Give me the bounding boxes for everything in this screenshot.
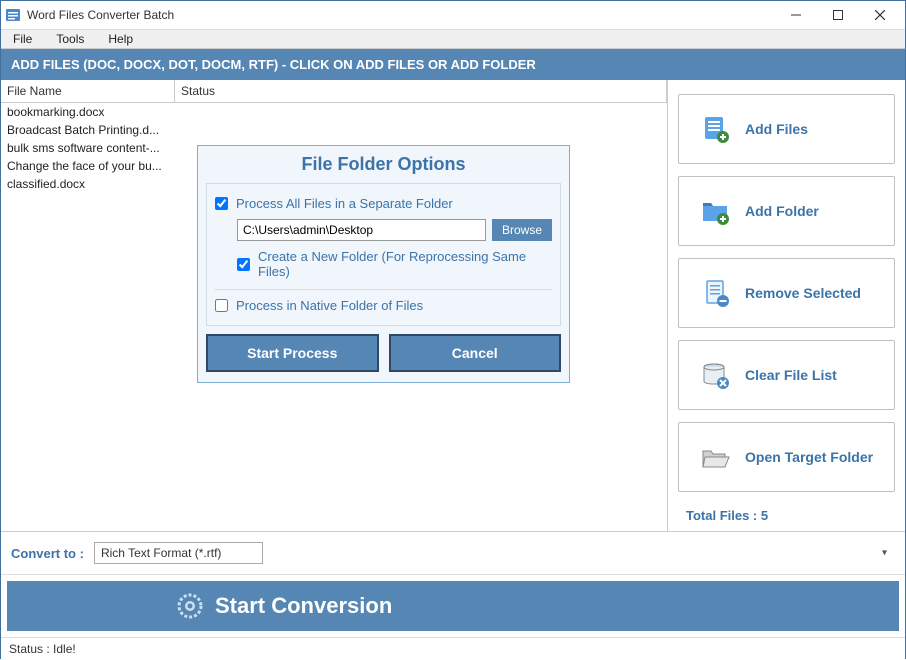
menubar: File Tools Help xyxy=(1,30,905,49)
open-target-button[interactable]: Open Target Folder xyxy=(678,422,895,492)
close-button[interactable] xyxy=(859,1,901,29)
status-bar: Status : Idle! xyxy=(1,637,905,660)
process-native-checkbox-row[interactable]: Process in Native Folder of Files xyxy=(215,289,552,317)
instruction-header: ADD FILES (DOC, DOCX, DOT, DOCM, RTF) - … xyxy=(1,49,905,80)
clear-list-label: Clear File List xyxy=(745,367,837,383)
remove-selected-label: Remove Selected xyxy=(745,285,861,301)
add-folder-icon xyxy=(699,195,731,227)
process-native-checkbox[interactable] xyxy=(215,299,228,312)
app-window: Word Files Converter Batch File Tools He… xyxy=(0,0,906,659)
process-all-checkbox[interactable] xyxy=(215,197,228,210)
remove-selected-button[interactable]: Remove Selected xyxy=(678,258,895,328)
create-new-checkbox-row[interactable]: Create a New Folder (For Reprocessing Sa… xyxy=(215,245,552,283)
start-conversion-button[interactable]: Start Conversion xyxy=(7,581,899,631)
col-status[interactable]: Status xyxy=(175,80,667,102)
start-conversion-label: Start Conversion xyxy=(215,593,392,619)
window-controls xyxy=(775,1,901,29)
list-item[interactable]: bulk sms software content-... xyxy=(1,139,175,157)
dialog-title: File Folder Options xyxy=(198,146,569,183)
path-row: Browse xyxy=(215,215,552,245)
process-native-label: Process in Native Folder of Files xyxy=(236,298,423,313)
main-content: File Name Status bookmarking.docx Broadc… xyxy=(1,80,905,532)
window-title: Word Files Converter Batch xyxy=(27,8,775,22)
menu-file[interactable]: File xyxy=(9,30,36,48)
app-icon xyxy=(5,7,21,23)
menu-tools[interactable]: Tools xyxy=(52,30,88,48)
list-item[interactable]: bookmarking.docx xyxy=(1,103,175,121)
convert-to-label: Convert to : xyxy=(11,546,84,561)
total-files-label: Total Files : 5 xyxy=(672,498,901,523)
list-item[interactable]: Change the face of your bu... xyxy=(1,157,175,175)
add-files-icon xyxy=(699,113,731,145)
process-all-label: Process All Files in a Separate Folder xyxy=(236,196,453,211)
file-folder-options-dialog: File Folder Options Process All Files in… xyxy=(197,145,570,383)
cancel-button[interactable]: Cancel xyxy=(389,334,562,372)
dialog-buttons: Start Process Cancel xyxy=(198,334,569,382)
format-select[interactable] xyxy=(94,542,263,564)
process-all-checkbox-row[interactable]: Process All Files in a Separate Folder xyxy=(215,192,552,215)
convert-bar: Convert to : ▾ xyxy=(1,532,905,575)
open-target-label: Open Target Folder xyxy=(745,449,873,465)
format-select-wrap: ▾ xyxy=(94,542,895,564)
add-files-button[interactable]: Add Files xyxy=(678,94,895,164)
minimize-button[interactable] xyxy=(775,1,817,29)
remove-icon xyxy=(699,277,731,309)
maximize-button[interactable] xyxy=(817,1,859,29)
menu-help[interactable]: Help xyxy=(104,30,137,48)
dialog-body: Process All Files in a Separate Folder B… xyxy=(206,183,561,326)
create-new-checkbox[interactable] xyxy=(237,258,250,271)
add-folder-label: Add Folder xyxy=(745,203,819,219)
open-folder-icon xyxy=(699,441,731,473)
list-item[interactable]: Broadcast Batch Printing.d... xyxy=(1,121,175,139)
file-list-header: File Name Status xyxy=(1,80,667,103)
clear-list-button[interactable]: Clear File List xyxy=(678,340,895,410)
col-file-name[interactable]: File Name xyxy=(1,80,175,102)
clear-icon xyxy=(699,359,731,391)
add-files-label: Add Files xyxy=(745,121,808,137)
start-process-button[interactable]: Start Process xyxy=(206,334,379,372)
file-list-panel: File Name Status bookmarking.docx Broadc… xyxy=(1,80,668,531)
path-input[interactable] xyxy=(237,219,486,241)
browse-button[interactable]: Browse xyxy=(492,219,552,241)
create-new-label: Create a New Folder (For Reprocessing Sa… xyxy=(258,249,552,279)
gear-icon xyxy=(177,593,203,619)
chevron-down-icon: ▾ xyxy=(882,548,887,559)
side-panel: Add Files Add Folder Remove Selected Cle… xyxy=(668,80,905,531)
titlebar: Word Files Converter Batch xyxy=(1,1,905,30)
add-folder-button[interactable]: Add Folder xyxy=(678,176,895,246)
list-item[interactable]: classified.docx xyxy=(1,175,175,193)
